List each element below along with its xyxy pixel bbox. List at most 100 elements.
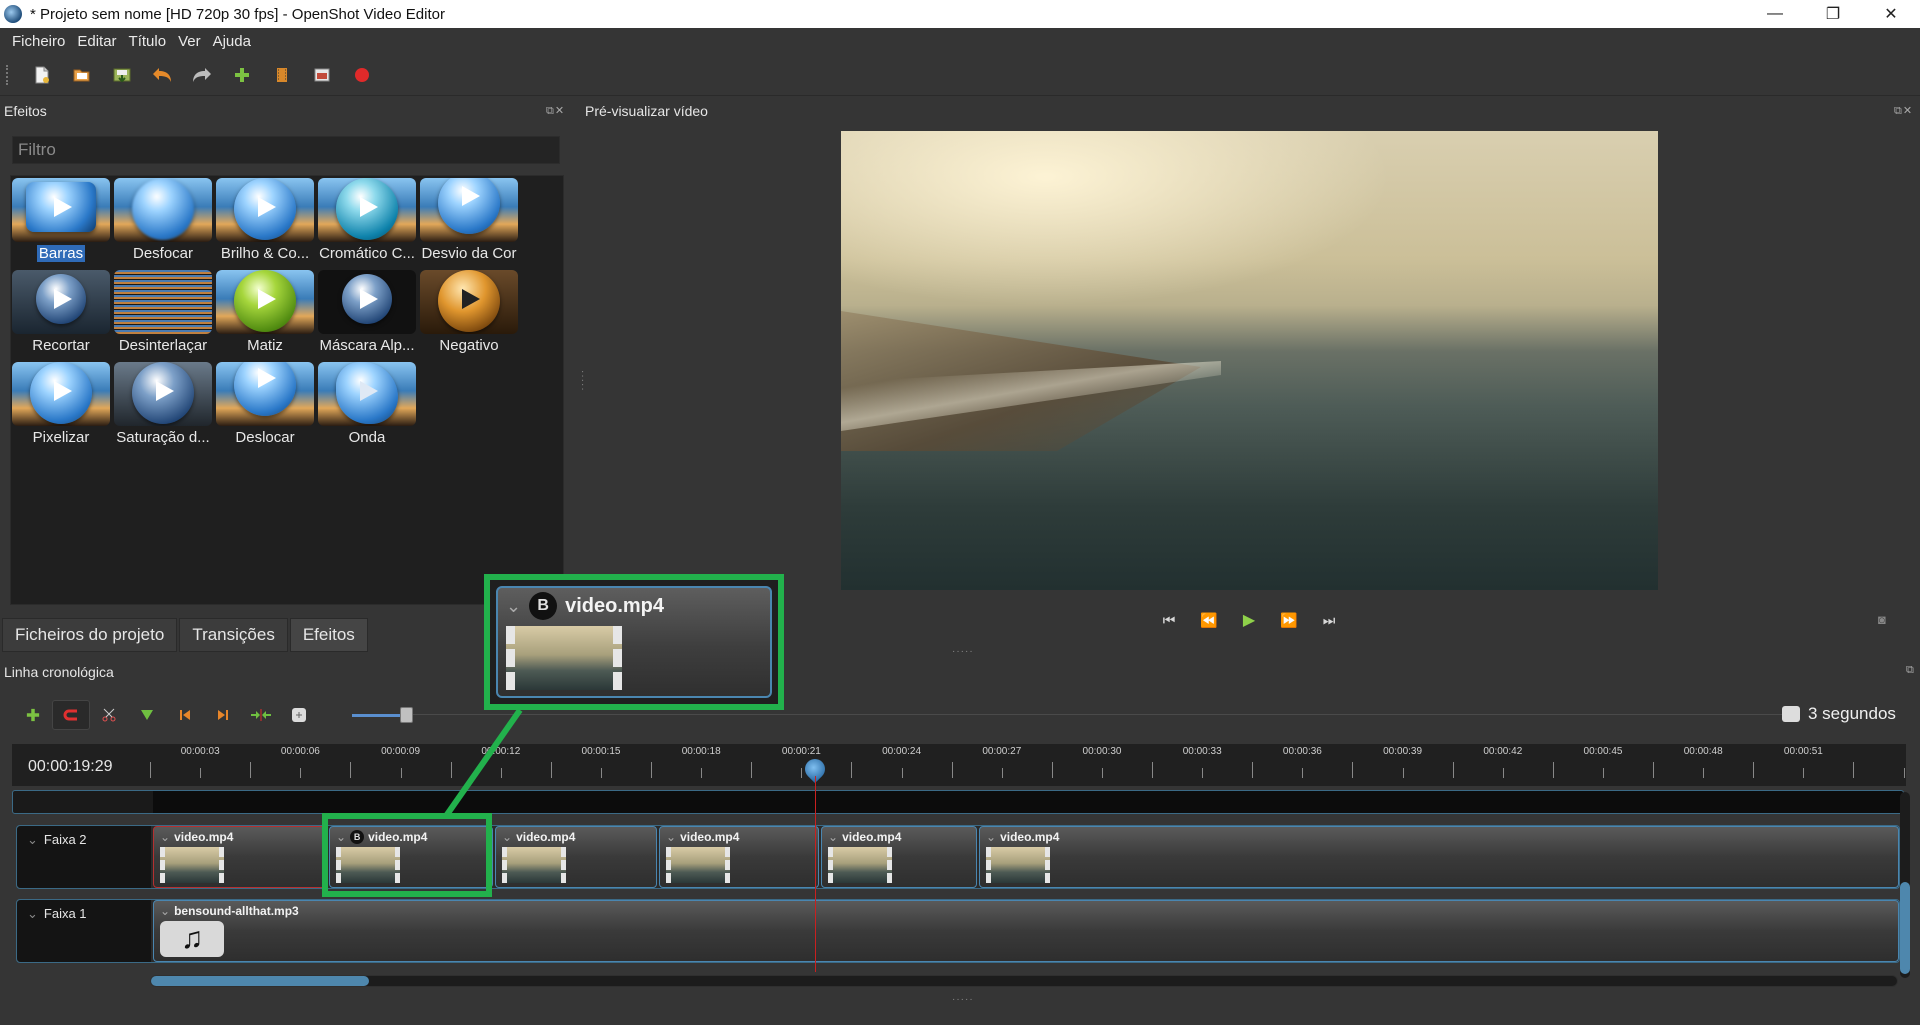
- effect-brilho-contraste[interactable]: Brilho & Co...: [215, 178, 315, 270]
- close-button[interactable]: ✕: [1862, 0, 1920, 28]
- save-project-icon[interactable]: [102, 59, 142, 91]
- effect-desinterlacar[interactable]: Desinterlaçar: [113, 270, 213, 362]
- effect-barras[interactable]: Barras: [11, 178, 111, 270]
- horizontal-splitter-handle[interactable]: ·····: [952, 646, 974, 657]
- fast-forward-icon[interactable]: ⏩: [1276, 610, 1302, 630]
- rewind-icon[interactable]: ⏪: [1196, 610, 1222, 630]
- snapping-magnet-icon[interactable]: [52, 700, 90, 730]
- ruler-tick-label: 00:00:06: [280, 746, 320, 757]
- tab-transicoes[interactable]: Transições: [179, 618, 288, 652]
- clip-menu-chevron-icon[interactable]: ⌄: [502, 830, 512, 844]
- center-on-playhead-icon[interactable]: [242, 700, 280, 730]
- export-video-icon[interactable]: [342, 59, 382, 91]
- import-files-icon[interactable]: [222, 59, 262, 91]
- new-project-icon[interactable]: [22, 59, 62, 91]
- jump-to-start-icon[interactable]: ⏮: [1156, 610, 1182, 630]
- track-faixa-2[interactable]: Faixa 2 ⌄video.mp4 ⌄Bvideo.mp4 ⌄video.mp…: [16, 825, 1900, 889]
- next-marker-icon[interactable]: [204, 700, 242, 730]
- effect-thumbnail: [114, 178, 212, 242]
- fullscreen-icon[interactable]: [302, 59, 342, 91]
- previous-marker-icon[interactable]: [166, 700, 204, 730]
- play-icon[interactable]: ▶: [1236, 610, 1262, 630]
- camera-icon[interactable]: ◙: [1878, 612, 1894, 627]
- clip-thumbnail: [828, 847, 892, 883]
- timeline-clip[interactable]: ⌄ video.mp4: [821, 826, 977, 888]
- track-faixa-1[interactable]: Faixa 1 ⌄ bensound-allthat.mp3 ♫: [16, 899, 1900, 963]
- menu-ver[interactable]: Ver: [172, 33, 207, 50]
- scrollbar-thumb[interactable]: [1900, 882, 1910, 974]
- clip-name: video.mp4: [680, 830, 740, 844]
- effect-deslocar[interactable]: Deslocar: [215, 362, 315, 454]
- track-header[interactable]: Faixa 1: [17, 900, 151, 962]
- clip-menu-chevron-icon[interactable]: ⌄: [160, 830, 170, 844]
- effect-mascara-alpha[interactable]: Máscara Alp...: [317, 270, 417, 362]
- effect-onda[interactable]: Onda: [317, 362, 417, 454]
- title-bar: * Projeto sem nome [HD 720p 30 fps] - Op…: [0, 0, 1920, 28]
- chevron-down-icon: ⌄: [506, 595, 522, 616]
- effect-pixelizar[interactable]: Pixelizar: [11, 362, 111, 454]
- zoom-slider-handle[interactable]: [400, 707, 413, 723]
- jump-to-end-icon[interactable]: ⏭: [1316, 610, 1342, 630]
- profile-icon[interactable]: [262, 59, 302, 91]
- timeline-clip[interactable]: ⌄ video.mp4: [979, 826, 1899, 888]
- add-track-icon[interactable]: [14, 700, 52, 730]
- ruler-tick-label: 00:00:18: [681, 746, 721, 757]
- track-header[interactable]: Faixa 2: [17, 826, 151, 888]
- timeline-ruler[interactable]: 00:00:19:29 00:00:03 00:00:06 00:00:09 00:0…: [12, 744, 1906, 786]
- effect-recortar[interactable]: Recortar: [11, 270, 111, 362]
- zoom-slider-track[interactable]: [404, 714, 1784, 715]
- effect-negativo[interactable]: Negativo: [419, 270, 519, 362]
- ruler-tick: [450, 762, 452, 778]
- maximize-button[interactable]: ❐: [1804, 0, 1862, 28]
- timeline-clip[interactable]: ⌄ video.mp4: [153, 826, 327, 888]
- zoom-slider-fill: [352, 714, 404, 717]
- effect-desfocar[interactable]: Desfocar: [113, 178, 213, 270]
- effects-panel-title: Efeitos: [4, 103, 47, 119]
- clip-menu-chevron-icon[interactable]: ⌄: [160, 904, 170, 918]
- redo-icon[interactable]: [182, 59, 222, 91]
- undo-icon[interactable]: [142, 59, 182, 91]
- menu-editar[interactable]: Editar: [71, 33, 122, 50]
- effects-filter-input[interactable]: Filtro: [12, 136, 560, 164]
- ruler-tick: [1853, 762, 1855, 778]
- zoom-fit-icon[interactable]: [280, 700, 318, 730]
- effect-saturacao[interactable]: Saturação d...: [113, 362, 213, 454]
- ruler-tick: [1502, 768, 1504, 778]
- current-timecode: 00:00:19:29: [28, 758, 113, 775]
- timeline-horizontal-scrollbar[interactable]: [150, 975, 1898, 987]
- tab-ficheiros-do-projeto[interactable]: Ficheiros do projeto: [2, 618, 178, 652]
- scrollbar-thumb[interactable]: [151, 976, 369, 986]
- timeline-audio-clip[interactable]: ⌄ bensound-allthat.mp3 ♫: [153, 900, 1899, 962]
- clip-menu-chevron-icon[interactable]: ⌄: [986, 830, 996, 844]
- timeline-vertical-scrollbar[interactable]: [1900, 792, 1910, 978]
- effect-desvio-da-cor[interactable]: Desvio da Cor: [419, 178, 519, 270]
- effect-matiz[interactable]: Matiz: [215, 270, 315, 362]
- ruler-tick: [1452, 762, 1454, 778]
- vertical-splitter-handle[interactable]: ·····: [577, 370, 588, 392]
- menu-titulo[interactable]: Título: [123, 33, 173, 50]
- bottom-splitter-handle[interactable]: ·····: [952, 994, 974, 1005]
- ruler-tick: [1402, 768, 1404, 778]
- add-marker-icon[interactable]: [128, 700, 166, 730]
- tab-efeitos[interactable]: Efeitos: [289, 618, 368, 652]
- clip-menu-chevron-icon[interactable]: ⌄: [828, 830, 838, 844]
- effect-cromatico[interactable]: Cromático C...: [317, 178, 417, 270]
- clip-name: video.mp4: [174, 830, 234, 844]
- toolbar-grip[interactable]: [6, 64, 10, 85]
- menu-ficheiro[interactable]: Ficheiro: [6, 33, 71, 50]
- ruler-tick-label: 00:00:48: [1683, 746, 1723, 757]
- timeline-clip[interactable]: ⌄ video.mp4: [495, 826, 657, 888]
- clip-menu-chevron-icon[interactable]: ⌄: [666, 830, 676, 844]
- timeline-clip[interactable]: ⌄ video.mp4: [659, 826, 819, 888]
- ruler-tick: [1101, 768, 1103, 778]
- preview-dock-buttons[interactable]: ⧉✕: [1894, 104, 1913, 118]
- video-preview[interactable]: [841, 131, 1658, 590]
- timeline-dock-button[interactable]: ⧉: [1906, 664, 1915, 677]
- effects-dock-buttons[interactable]: ⧉✕: [546, 104, 565, 118]
- razor-scissors-icon[interactable]: [90, 700, 128, 730]
- menu-ajuda[interactable]: Ajuda: [207, 33, 257, 50]
- open-project-icon[interactable]: [62, 59, 102, 91]
- ruler-tick-label: 00:00:03: [180, 746, 220, 757]
- minimize-button[interactable]: —: [1746, 0, 1804, 28]
- ruler-tick: [751, 762, 753, 778]
